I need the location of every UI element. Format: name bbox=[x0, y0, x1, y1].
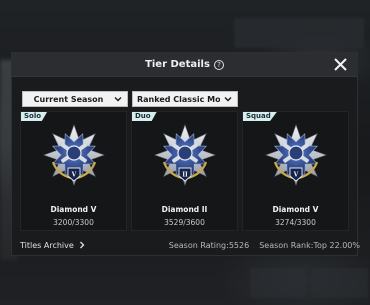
season-dropdown[interactable]: Current Season bbox=[22, 91, 128, 107]
diamond-tier-emblem-icon: II bbox=[154, 124, 216, 186]
tier-points: 3274/3300 bbox=[275, 218, 316, 227]
close-icon[interactable] bbox=[332, 56, 349, 73]
mode-badge: Duo bbox=[132, 112, 157, 121]
titles-archive-link[interactable]: Titles Archive bbox=[20, 241, 86, 250]
titles-archive-label: Titles Archive bbox=[20, 240, 74, 250]
tier-name: Diamond V bbox=[272, 205, 319, 214]
mode-badge: Solo bbox=[21, 112, 48, 121]
diamond-tier-emblem-icon: V bbox=[43, 124, 105, 186]
mode-dropdown-value: Ranked Classic Mode (TP) bbox=[137, 94, 220, 104]
season-rating: Season Rating:5526 bbox=[168, 240, 250, 250]
tier-name: Diamond V bbox=[50, 205, 97, 214]
chevron-down-icon bbox=[114, 97, 122, 102]
season-stats: Season Rating:5526 Season Rank:Top 22.00… bbox=[169, 241, 360, 250]
tier-card-solo[interactable]: Solo V Diamond V 3200/3300 bbox=[20, 111, 127, 231]
tier-roman-numeral: V bbox=[293, 172, 299, 179]
tier-roman-numeral: II bbox=[182, 172, 188, 179]
tier-card-squad[interactable]: Squad V Diamond V 3274/3300 bbox=[242, 111, 349, 231]
tier-name: Diamond II bbox=[161, 205, 208, 214]
chevron-right-icon bbox=[79, 241, 85, 249]
background-hud-panel bbox=[234, 18, 364, 48]
tier-card-duo[interactable]: Duo II Diamond II 3529/3600 bbox=[131, 111, 238, 231]
help-icon[interactable]: ? bbox=[213, 59, 224, 70]
filter-bar: Current Season Ranked Classic Mode (TP) bbox=[22, 91, 238, 107]
modal-header: Tier Details ? bbox=[12, 53, 357, 77]
tier-roman-numeral: V bbox=[71, 172, 77, 179]
tier-cards: Solo V Diamond V 3200/3300 Duo II Diamon… bbox=[20, 111, 349, 231]
season-rank: Season Rank:Top 22.00% bbox=[259, 240, 360, 250]
season-dropdown-value: Current Season bbox=[33, 94, 104, 104]
background-stats bbox=[250, 268, 368, 298]
tier-points: 3200/3300 bbox=[53, 218, 94, 227]
mode-badge: Squad bbox=[243, 112, 277, 121]
modal-footer: Titles Archive Season Rating:5526 Season… bbox=[20, 239, 360, 251]
modal-title: Tier Details bbox=[145, 59, 210, 70]
tier-points: 3529/3600 bbox=[164, 218, 205, 227]
diamond-tier-emblem-icon: V bbox=[265, 124, 327, 186]
chevron-down-icon bbox=[224, 97, 232, 102]
mode-dropdown[interactable]: Ranked Classic Mode (TP) bbox=[132, 91, 238, 107]
